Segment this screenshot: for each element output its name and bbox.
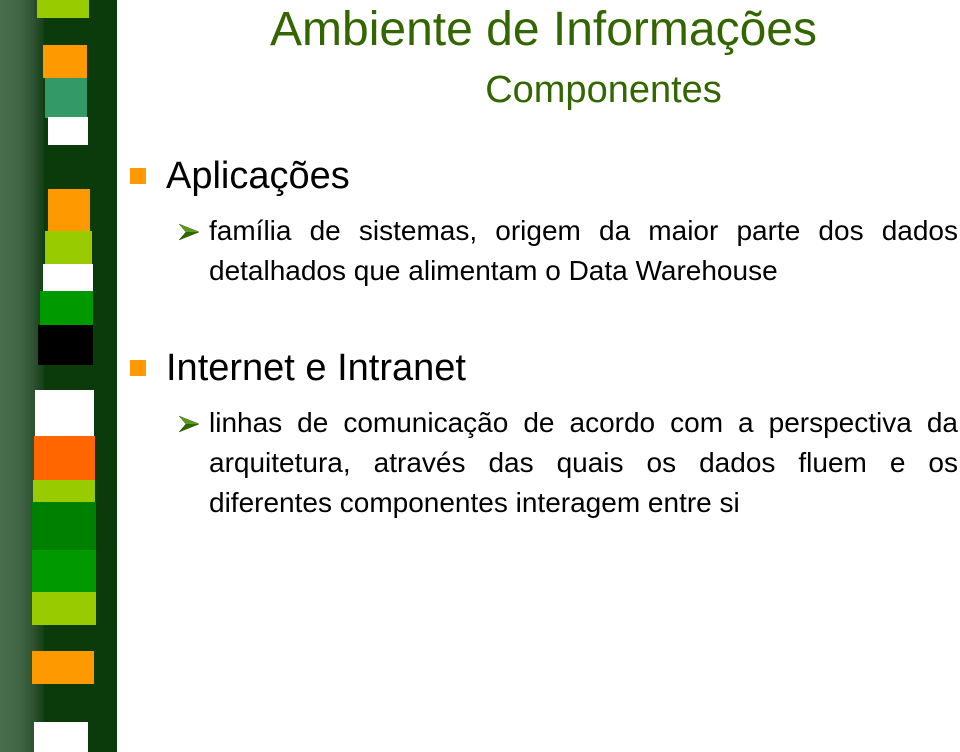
stripe bbox=[32, 651, 94, 684]
arrow-bullet-icon bbox=[178, 415, 200, 433]
stripe bbox=[38, 325, 93, 365]
section-heading-internet: Internet e Intranet bbox=[130, 346, 466, 390]
stripe bbox=[32, 592, 96, 625]
stripe bbox=[37, 0, 89, 18]
list-item-text: família de sistemas, origem da maior par… bbox=[209, 215, 958, 286]
stripe bbox=[34, 436, 95, 480]
slide-title: Ambiente de Informações bbox=[270, 3, 817, 56]
stripe bbox=[45, 231, 92, 264]
list-item-text: linhas de comunicação de acordo com a pe… bbox=[209, 407, 958, 518]
slide-content: Ambiente de Informações Componentes Apli… bbox=[117, 0, 960, 752]
stripe-column bbox=[32, 0, 96, 752]
arrow-bullet-icon bbox=[178, 223, 200, 241]
section-heading-text: Internet e Intranet bbox=[166, 347, 466, 389]
section-heading-aplicacoes: Aplicações bbox=[130, 154, 350, 198]
list-item: família de sistemas, origem da maior par… bbox=[178, 211, 958, 291]
stripe bbox=[33, 480, 95, 502]
stripe bbox=[32, 502, 96, 550]
decorative-side-strip bbox=[0, 0, 117, 752]
stripe bbox=[40, 291, 93, 325]
square-bullet-icon bbox=[130, 168, 146, 184]
stripe bbox=[43, 264, 93, 291]
stripe bbox=[48, 117, 88, 145]
stripe bbox=[34, 722, 88, 752]
stripe bbox=[48, 189, 90, 231]
square-bullet-icon bbox=[130, 360, 146, 376]
section-heading-text: Aplicações bbox=[166, 155, 350, 197]
strip-shade bbox=[0, 0, 44, 752]
list-item: linhas de comunicação de acordo com a pe… bbox=[178, 403, 958, 523]
slide-subtitle: Componentes bbox=[485, 69, 722, 111]
stripe bbox=[32, 550, 96, 592]
stripe bbox=[35, 390, 94, 436]
stripe bbox=[45, 78, 87, 118]
stripe bbox=[43, 45, 87, 78]
